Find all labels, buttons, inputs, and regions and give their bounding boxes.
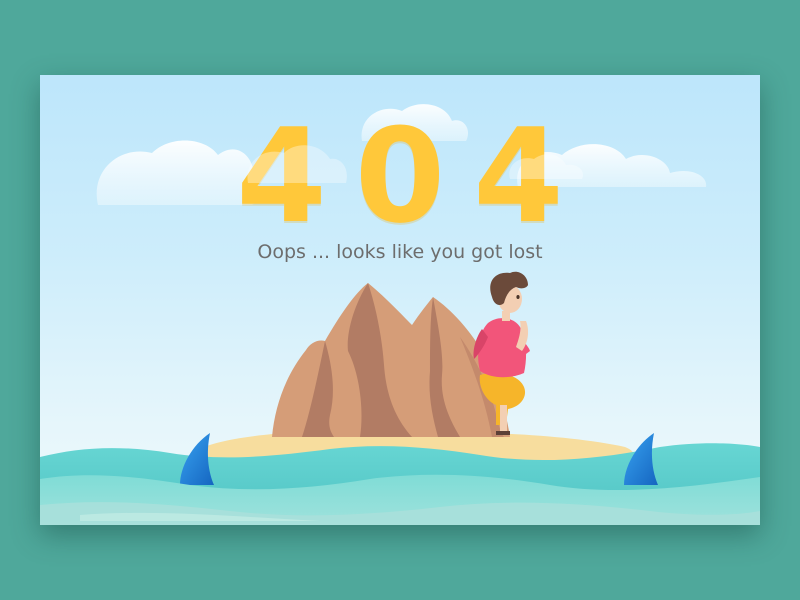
rock-icon: [272, 283, 510, 437]
error-code: 404: [236, 100, 592, 252]
error-message: Oops ... looks like you got lost: [257, 241, 543, 263]
error-card: 404 Oops ... looks like you got lost: [40, 75, 760, 525]
page-background: 404 Oops ... looks like you got lost: [0, 0, 800, 600]
